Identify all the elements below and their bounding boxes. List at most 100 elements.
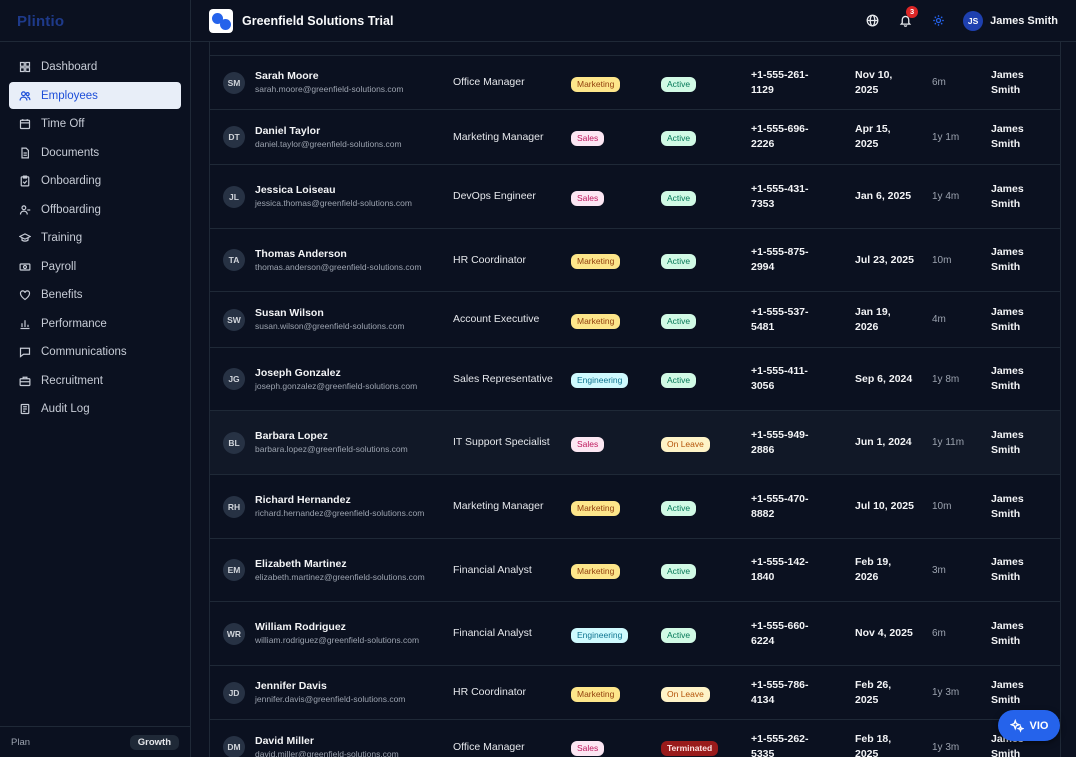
employee-name-cell: Elizabeth Martinez elizabeth.martinez@gre…: [255, 558, 445, 583]
sidebar-item-training[interactable]: Training: [9, 225, 181, 252]
sidebar-item-offboarding[interactable]: Offboarding: [9, 196, 181, 223]
table-row[interactable]: BL Barbara Lopez barbara.lopez@greenfield-…: [210, 411, 1060, 475]
employee-name[interactable]: Sarah Moore: [255, 70, 445, 83]
manager-name: James Smith: [991, 556, 1024, 583]
status-badge: On Leave: [661, 436, 710, 452]
sidebar-item-employees[interactable]: Employees: [9, 82, 181, 109]
table-row[interactable]: TA Thomas Anderson thomas.anderson@greenfi…: [210, 229, 1060, 292]
sidebar-item-benefits[interactable]: Benefits: [9, 282, 181, 309]
sidebar-item-label: Audit Log: [41, 403, 90, 415]
sidebar-item-time-off[interactable]: Time Off: [9, 111, 181, 138]
money-icon: [18, 260, 32, 274]
table-row[interactable]: SW Susan Wilson susan.wilson@greenfield-so…: [210, 292, 1060, 348]
status-badge: Terminated: [661, 741, 719, 756]
department-badge: Marketing: [571, 686, 621, 702]
clipboard-icon: [18, 174, 32, 188]
start-date: Feb 18, 2025: [855, 733, 892, 757]
plan-badge[interactable]: Growth: [129, 734, 179, 750]
page-title: Greenfield Solutions Trial: [242, 13, 394, 28]
vio-label: VIO: [1029, 719, 1049, 732]
log-icon: [18, 402, 32, 416]
sun-icon[interactable]: [929, 12, 947, 30]
sidebar-item-onboarding[interactable]: Onboarding: [9, 168, 181, 195]
avatar: SM: [223, 71, 245, 94]
table-row[interactable]: JD Jennifer Davis jennifer.davis@greenfiel…: [210, 666, 1060, 720]
employee-name-cell: Joseph Gonzalez joseph.gonzalez@greenfiel…: [255, 367, 445, 392]
briefcase-icon: [18, 374, 32, 388]
vio-assistant-button[interactable]: VIO: [998, 710, 1060, 741]
employee-name[interactable]: Jennifer Davis: [255, 680, 445, 693]
avatar: JD: [223, 681, 245, 704]
sidebar-item-label: Dashboard: [41, 61, 98, 73]
sidebar-item-dashboard[interactable]: Dashboard: [9, 54, 181, 81]
status-badge: Active: [661, 190, 697, 206]
employee-name[interactable]: William Rodriguez: [255, 621, 445, 634]
table-row[interactable]: JL Jessica Loiseau jessica.thomas@greenfie…: [210, 165, 1060, 229]
sidebar-item-recruitment[interactable]: Recruitment: [9, 367, 181, 394]
graduation-cap-icon: [18, 231, 32, 245]
employee-name[interactable]: Joseph Gonzalez: [255, 367, 445, 380]
employee-name[interactable]: Jessica Loiseau: [255, 184, 445, 197]
table-row[interactable]: RH Richard Hernandez richard.hernandez@gre…: [210, 475, 1060, 539]
department-badge: Marketing: [571, 254, 621, 269]
start-date: Jun 1, 2024: [855, 436, 912, 448]
manager-name: James Smith: [991, 619, 1024, 647]
sidebar-item-documents[interactable]: Documents: [9, 139, 181, 166]
status-badge: Active: [661, 313, 697, 329]
department-badge: Sales: [571, 190, 605, 206]
table-row[interactable]: JG Joseph Gonzalez joseph.gonzalez@greenfi…: [210, 348, 1060, 411]
status-badge: Active: [661, 500, 697, 516]
app: Plintio Dashboard Employees Time Off Docume…: [0, 0, 1076, 757]
sidebar-item-communications[interactable]: Communications: [9, 339, 181, 366]
table-row[interactable]: DM David Miller david.miller@greenfield-so…: [210, 720, 1060, 757]
sidebar-item-payroll[interactable]: Payroll: [9, 253, 181, 280]
sidebar-nav: Dashboard Employees Time Off Documents Onboa…: [0, 42, 190, 423]
employee-name[interactable]: Daniel Taylor: [255, 125, 445, 138]
calendar-icon: [18, 117, 32, 131]
table-row[interactable]: WR William Rodriguez william.rodriguez@gre…: [210, 602, 1060, 666]
start-date: Jul 23, 2025: [855, 253, 914, 266]
employee-name[interactable]: Richard Hernandez: [255, 494, 445, 507]
employee-name[interactable]: Elizabeth Martinez: [255, 558, 445, 571]
bell-icon[interactable]: 3: [896, 5, 919, 30]
employee-name[interactable]: Barbara Lopez: [255, 430, 445, 443]
sidebar-item-label: Payroll: [41, 260, 77, 273]
phone-number: +1-555-696-2226: [751, 123, 809, 150]
sidebar-item-label: Offboarding: [41, 203, 101, 216]
employee-name[interactable]: David Miller: [255, 735, 445, 748]
employee-name-cell: Thomas Anderson thomas.anderson@greenfiel…: [255, 248, 445, 273]
employee-email: elizabeth.martinez@greenfield-solutions.…: [255, 571, 425, 582]
table-body: SM Sarah Moore sarah.moore@greenfield-solu…: [210, 56, 1060, 757]
phone-number: +1-555-470-8882: [751, 492, 809, 520]
start-date: Jan 19, 2026: [855, 305, 891, 333]
table-row[interactable]: EM Elizabeth Martinez elizabeth.martinez@g…: [210, 539, 1060, 602]
table-row[interactable]: SM Sarah Moore sarah.moore@greenfield-solu…: [210, 56, 1060, 110]
employee-name-cell: Jessica Loiseau jessica.thomas@greenfield…: [255, 184, 445, 209]
user-name[interactable]: James Smith: [990, 15, 1058, 27]
employee-email: jennifer.davis@greenfield-solutions.com: [255, 694, 406, 704]
employee-email: daniel.taylor@greenfield-solutions.com: [255, 138, 402, 149]
employee-name[interactable]: Thomas Anderson: [255, 248, 445, 261]
job-title: Office Manager: [453, 76, 525, 88]
manager-name: James Smith: [991, 182, 1024, 210]
employee-name-cell: William Rodriguez william.rodriguez@green…: [255, 621, 445, 646]
status-badge: Active: [661, 564, 697, 579]
sidebar-item-label: Benefits: [41, 289, 83, 301]
top-header: Greenfield Solutions Trial 3 JS James Sm…: [191, 0, 1076, 42]
avatar: EM: [223, 559, 245, 581]
table-row[interactable]: DT Daniel Taylor daniel.taylor@greenfield-…: [210, 110, 1060, 165]
employee-name[interactable]: Susan Wilson: [255, 307, 445, 320]
sidebar-item-audit-log[interactable]: Audit Log: [9, 396, 181, 423]
globe-icon[interactable]: [863, 12, 881, 30]
status-badge: On Leave: [661, 686, 710, 702]
sidebar-item-label: Communications: [41, 346, 127, 358]
sidebar-item-label: Onboarding: [41, 175, 102, 187]
job-title: Office Manager: [453, 740, 525, 753]
phone-number: +1-555-142-1840: [751, 556, 809, 583]
job-title: HR Coordinator: [453, 253, 526, 266]
manager-name: James Smith: [991, 365, 1024, 392]
sidebar-item-performance[interactable]: Performance: [9, 310, 181, 337]
employee-email: susan.wilson@greenfield-solutions.com: [255, 321, 405, 331]
brand-logo[interactable]: Plintio: [0, 0, 190, 42]
user-avatar[interactable]: JS: [963, 10, 984, 31]
